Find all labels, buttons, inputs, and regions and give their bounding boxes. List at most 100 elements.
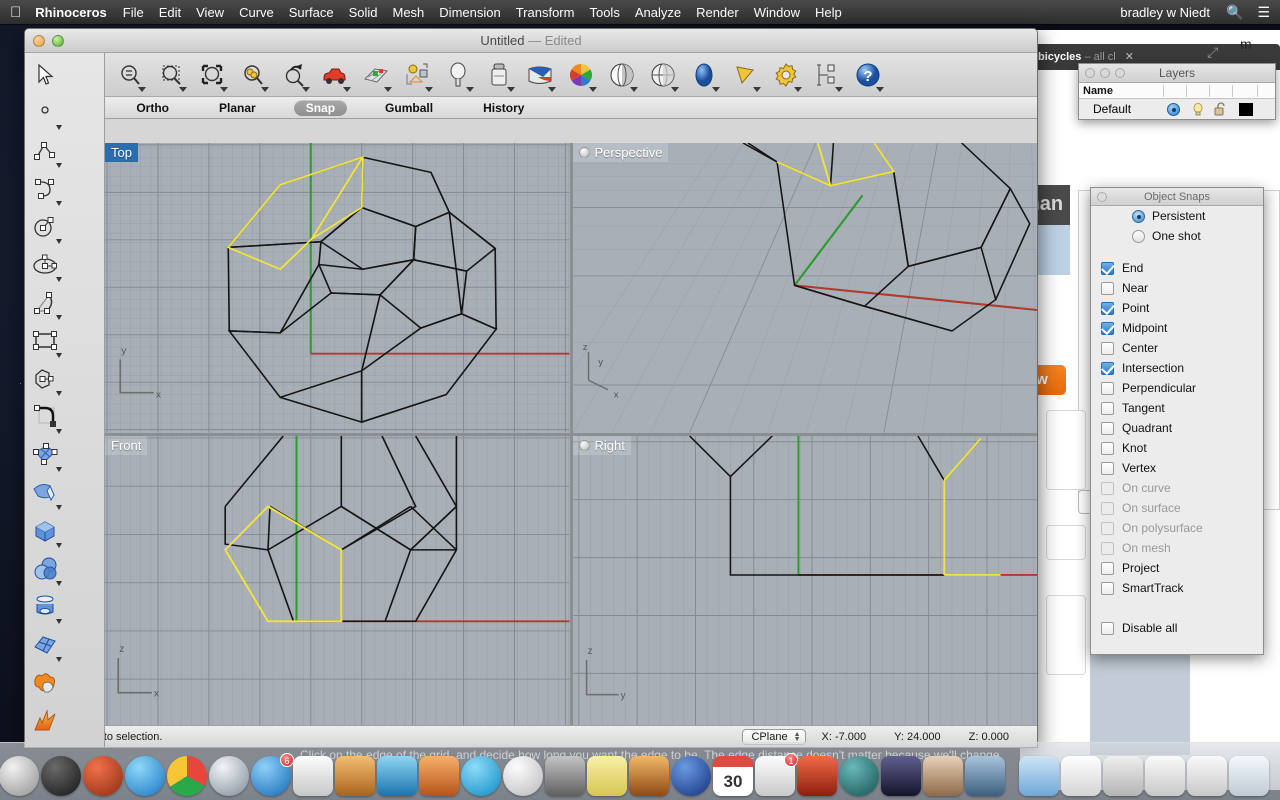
flash-icon[interactable] <box>419 756 459 796</box>
viewport-front-scene[interactable]: z x <box>105 436 570 726</box>
reminders-icon[interactable]: 1 <box>755 756 795 796</box>
close-button[interactable] <box>33 35 45 47</box>
checkbox-smarttrack-icon[interactable] <box>1101 582 1114 595</box>
current-layer-radio-icon[interactable] <box>1167 103 1180 116</box>
menu-item-file[interactable]: File <box>123 5 144 20</box>
left-toolbar[interactable]: T <box>25 53 105 747</box>
menu-item-edit[interactable]: Edit <box>159 5 181 20</box>
viewport-front[interactable]: z x Front <box>105 436 570 726</box>
select-arrow-icon[interactable] <box>25 56 65 94</box>
viewport-perspective-label[interactable]: Perspective <box>573 143 669 162</box>
viewport-right[interactable]: z y Right <box>573 436 1038 726</box>
viewport-grid[interactable]: y x Top z y x Perspective z x Front z y … <box>105 143 1037 725</box>
itunes-icon[interactable] <box>125 756 165 796</box>
layers-titlebar[interactable]: Layers <box>1079 64 1275 83</box>
messages-icon[interactable] <box>503 756 543 796</box>
layers-panel[interactable]: Layers Name Default <box>1078 63 1276 120</box>
osnap-vertex[interactable]: Vertex <box>1091 458 1263 478</box>
curve-fillet-icon[interactable] <box>25 398 65 436</box>
mode-snap[interactable]: Snap <box>294 100 347 116</box>
apple-icon[interactable]:  <box>10 5 21 20</box>
osnap-mode-persistent[interactable]: Persistent <box>1091 206 1263 226</box>
viewport-menu-icon[interactable] <box>579 440 590 451</box>
lighting-icon[interactable] <box>724 55 765 95</box>
app-store-icon[interactable]: 6 <box>251 756 291 796</box>
close-button[interactable] <box>1085 68 1095 78</box>
launchpad-icon[interactable] <box>0 756 39 796</box>
osnap-point[interactable]: Point <box>1091 298 1263 318</box>
options-gear-icon[interactable] <box>765 55 806 95</box>
checkbox-tangent-icon[interactable] <box>1101 402 1114 415</box>
microsoft-word-icon[interactable] <box>293 756 333 796</box>
osnap-intersection[interactable]: Intersection <box>1091 358 1263 378</box>
checkbox-end-icon[interactable] <box>1101 262 1114 275</box>
layer-row-default[interactable]: Default <box>1079 99 1275 119</box>
checkbox-center-icon[interactable] <box>1101 342 1114 355</box>
viewport-perspective[interactable]: z y x Perspective <box>573 143 1038 433</box>
menu-item-tools[interactable]: Tools <box>589 5 619 20</box>
polyline-icon[interactable] <box>25 132 65 170</box>
render-preview-icon[interactable] <box>519 55 560 95</box>
object-snaps-panel[interactable]: Object Snaps Persistent One shot End Nea… <box>1090 187 1264 655</box>
paint-bucket-icon[interactable] <box>478 55 519 95</box>
explode-icon[interactable] <box>25 702 65 740</box>
curve-icon[interactable] <box>25 170 65 208</box>
menu-item-surface[interactable]: Surface <box>289 5 334 20</box>
menu-item-window[interactable]: Window <box>754 5 800 20</box>
checkbox-disable-all-icon[interactable] <box>1101 622 1114 635</box>
viewport-top[interactable]: y x Top <box>105 143 570 433</box>
unlocked-padlock-icon[interactable] <box>1213 102 1227 116</box>
zoom-in-out-icon[interactable] <box>109 55 150 95</box>
menu-item-mesh[interactable]: Mesh <box>393 5 425 20</box>
system-preferences-icon[interactable] <box>545 756 585 796</box>
zoom-button[interactable] <box>1115 68 1125 78</box>
modes-bar[interactable]: Osnap Ortho Planar Snap Gumball History <box>25 97 1037 119</box>
osnap-knot[interactable]: Knot <box>1091 438 1263 458</box>
menu-item-solid[interactable]: Solid <box>349 5 378 20</box>
osnap-smarttrack[interactable]: SmartTrack <box>1091 578 1263 598</box>
zoom-selected-icon[interactable] <box>232 55 273 95</box>
viewport-menu-icon[interactable] <box>579 147 590 158</box>
checkbox-project-icon[interactable] <box>1101 562 1114 575</box>
document-icon[interactable] <box>1061 756 1101 796</box>
sketchup-icon[interactable] <box>377 756 417 796</box>
time-machine-icon[interactable] <box>839 756 879 796</box>
layers-column-header[interactable]: Name <box>1079 83 1275 99</box>
checkbox-knot-icon[interactable] <box>1101 442 1114 455</box>
rhinoceros-window[interactable]: Untitled — Edited ? Ortho Planar Snap Gu… <box>24 28 1038 748</box>
menu-item-transform[interactable]: Transform <box>516 5 575 20</box>
checkbox-quadrant-icon[interactable] <box>1101 422 1114 435</box>
textured-document-icon[interactable] <box>1103 756 1143 796</box>
named-cplane-icon[interactable] <box>396 55 437 95</box>
point-icon[interactable] <box>25 94 65 132</box>
main-toolbar[interactable]: ? <box>25 53 1037 97</box>
pan-vehicle-icon[interactable] <box>314 55 355 95</box>
radio-persistent-icon[interactable] <box>1132 210 1145 223</box>
zoom-window-icon[interactable] <box>150 55 191 95</box>
spotlight-icon[interactable] <box>437 55 478 95</box>
checkbox-point-icon[interactable] <box>1101 302 1114 315</box>
dimension-icon[interactable] <box>806 55 847 95</box>
menu-user-name[interactable]: bradley w Niedt <box>1120 5 1210 20</box>
mission-control-icon[interactable] <box>83 756 123 796</box>
render-icon[interactable] <box>683 55 724 95</box>
extrude-surface-icon[interactable] <box>25 474 65 512</box>
mode-ortho[interactable]: Ortho <box>124 100 181 116</box>
box-icon[interactable] <box>25 512 65 550</box>
checkbox-midpoint-icon[interactable] <box>1101 322 1114 335</box>
sphere-boolean-icon[interactable] <box>25 550 65 588</box>
close-button[interactable] <box>1097 192 1107 202</box>
set-cplane-icon[interactable] <box>355 55 396 95</box>
polygon-icon[interactable] <box>25 360 65 398</box>
arc-icon[interactable] <box>25 284 65 322</box>
menu-item-help[interactable]: Help <box>815 5 842 20</box>
mode-history[interactable]: History <box>471 100 536 116</box>
undo-view-icon[interactable] <box>273 55 314 95</box>
checkbox-near-icon[interactable] <box>1101 282 1114 295</box>
osnap-midpoint[interactable]: Midpoint <box>1091 318 1263 338</box>
layer-color-swatch[interactable] <box>1239 103 1253 116</box>
surface-from-points-icon[interactable] <box>25 436 65 474</box>
audacity-icon[interactable] <box>671 756 711 796</box>
expand-icon[interactable]: ⤢ <box>1207 44 1229 62</box>
ghosted-view-icon[interactable] <box>642 55 683 95</box>
